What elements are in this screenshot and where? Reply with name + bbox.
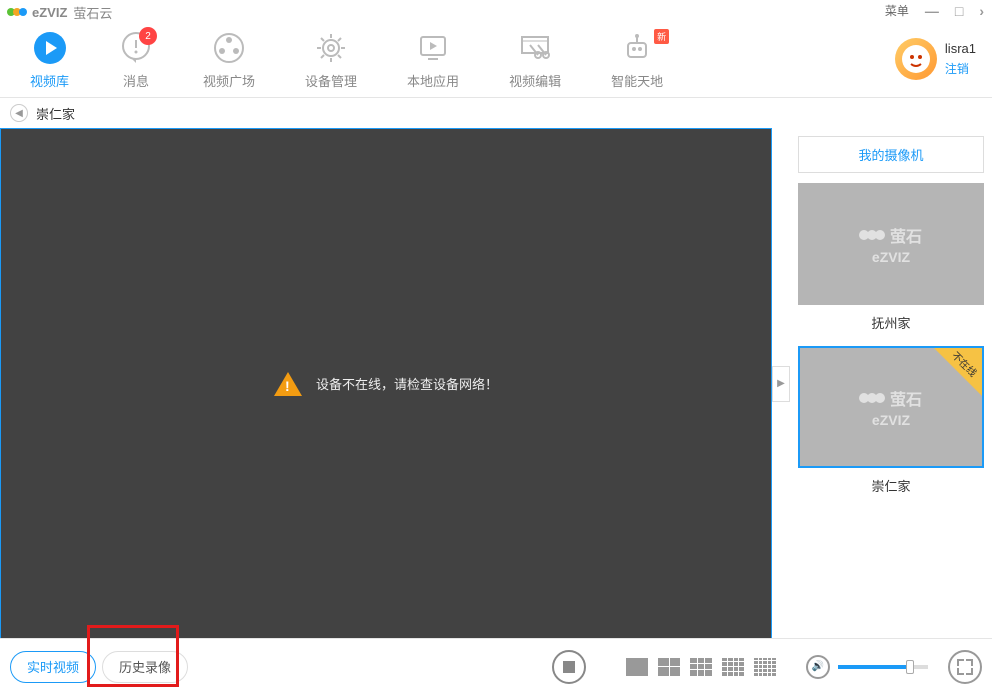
volume-slider[interactable] [838,665,928,669]
volume-icon[interactable]: 🔊 [806,655,830,679]
layout-1x1-button[interactable] [626,658,648,676]
camera-thumbnail[interactable]: 萤石 eZVIZ [798,183,984,305]
new-badge: 新 [654,29,669,44]
nav-messages[interactable]: 2 消息 [119,31,153,90]
breadcrumb: ◀ 崇仁家 [0,98,992,128]
layout-buttons [626,658,776,676]
nav-video-library[interactable]: 视频库 [30,31,69,90]
titlebar: eZVIZ 萤石云 菜单 — □ › [0,0,992,24]
brand-cn-text: 萤石云 [73,3,112,22]
username: lisra1 [945,41,976,56]
tab-live-video[interactable]: 实时视频 [10,651,96,683]
logout-link[interactable]: 注销 [945,60,976,77]
camera-item[interactable]: 萤石 eZVIZ 不在线 崇仁家 [798,346,984,495]
alert-icon: 2 [119,31,153,65]
camera-item[interactable]: 萤石 eZVIZ 抚州家 [798,183,984,332]
nav-video-square[interactable]: 视频广场 [203,31,255,90]
close-icon[interactable]: › [979,3,984,19]
nav-smart-world[interactable]: 新 智能天地 [611,31,663,90]
avatar[interactable] [895,38,937,80]
main-toolbar: 视频库 2 消息 视频广场 设备管理 本地应用 视频编辑 新 [0,24,992,98]
nav-device-management[interactable]: 设备管理 [305,31,357,90]
breadcrumb-current: 崇仁家 [36,104,75,123]
gear-icon [314,31,348,65]
stop-button[interactable] [552,650,586,684]
layout-3x3-button[interactable] [690,658,712,676]
offline-message: 设备不在线，请检查设备网络！ [274,372,498,396]
nav-local-apps[interactable]: 本地应用 [407,31,459,90]
fullscreen-button[interactable] [948,650,982,684]
layout-5x5-button[interactable] [754,658,776,676]
robot-icon: 新 [620,31,654,65]
sidebar-collapse-button[interactable]: ▶ [772,366,790,402]
camera-sidebar: 我的摄像机 萤石 eZVIZ 抚州家 萤石 [772,128,992,638]
bottom-bar: 实时视频 历史录像 🔊 [0,638,992,694]
camera-name: 崇仁家 [798,476,984,495]
volume-handle[interactable] [906,660,914,674]
maximize-icon[interactable]: □ [955,3,963,19]
film-cut-icon [518,31,552,65]
app-logo: eZVIZ 萤石云 [8,3,112,22]
my-cameras-header[interactable]: 我的摄像机 [798,136,984,173]
user-area: lisra1 注销 [895,38,976,80]
brand-text: eZVIZ [32,5,67,20]
layout-2x2-button[interactable] [658,658,680,676]
layout-4x4-button[interactable] [722,658,744,676]
volume-control: 🔊 [806,655,928,679]
back-button[interactable]: ◀ [10,104,28,122]
camera-name: 抚州家 [798,313,984,332]
stop-icon [563,661,575,673]
menu-button[interactable]: 菜单 [885,2,909,19]
camera-thumbnail[interactable]: 萤石 eZVIZ 不在线 [798,346,984,468]
play-icon [33,31,67,65]
message-badge: 2 [139,27,157,45]
reel-icon [212,31,246,65]
minimize-icon[interactable]: — [925,3,939,19]
highlight-annotation [87,625,179,687]
warning-icon [274,372,302,396]
monitor-play-icon [416,31,450,65]
nav-video-editor[interactable]: 视频编辑 [509,31,561,90]
video-viewport[interactable]: 设备不在线，请检查设备网络！ ▶ [0,128,772,638]
